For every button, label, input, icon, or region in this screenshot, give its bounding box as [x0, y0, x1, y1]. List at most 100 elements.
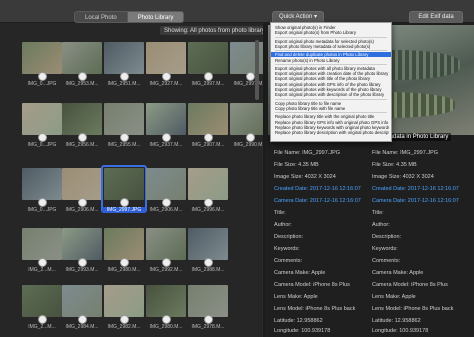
- photo-thumbnail[interactable]: [62, 285, 102, 317]
- sync-status-icon: [120, 258, 129, 267]
- menu-item[interactable]: Export original photos with GPS info of …: [275, 82, 389, 87]
- filter-label: Showing: All photos from photo library: [164, 28, 265, 34]
- menu-item[interactable]: Replace photo library title with the ori…: [275, 114, 389, 119]
- tab-local-photo[interactable]: Local Photo: [74, 11, 128, 23]
- photo-thumbnail[interactable]: [188, 42, 228, 74]
- photo-thumbnail[interactable]: [62, 103, 102, 135]
- menu-item[interactable]: Replace photo library description with o…: [275, 130, 389, 135]
- thumbnail-label: IMG_2907.M...: [191, 142, 225, 148]
- grid-scrollbar[interactable]: [255, 40, 259, 100]
- menu-item[interactable]: Export original photos with keywords of …: [275, 87, 389, 92]
- photo-thumbnail[interactable]: [22, 228, 62, 260]
- menu-separator: [275, 98, 387, 100]
- menu-item[interactable]: Export original photo metadata for selec…: [275, 39, 389, 44]
- title-bar: [0, 0, 474, 23]
- photo-thumbnail[interactable]: [188, 103, 228, 135]
- sync-status-icon: [38, 315, 47, 324]
- menu-item[interactable]: Copy photo library title to file name: [275, 101, 389, 106]
- meta-keywords: Keywords:: [372, 246, 398, 252]
- filter-dropdown[interactable]: Showing: All photos from photo library ▾: [160, 26, 274, 35]
- meta-lens-make: Lens Make: Apple: [274, 294, 318, 300]
- menu-item[interactable]: Rename photo(s) in Photo Library: [275, 58, 389, 63]
- photo-thumbnail[interactable]: [146, 168, 186, 200]
- sync-status-icon: [204, 198, 213, 207]
- menu-item[interactable]: Replace photo library GPS info with orig…: [275, 120, 389, 125]
- photo-thumbnail[interactable]: [62, 168, 102, 200]
- sync-status-icon: [162, 198, 171, 207]
- photo-thumbnail[interactable]: [62, 228, 102, 260]
- meta-author: Author:: [372, 222, 390, 228]
- photo-thumbnail[interactable]: [146, 285, 186, 317]
- meta-created-date: Created Date: 2017-12-16 12:16:07: [372, 186, 459, 192]
- sync-status-icon: [120, 315, 129, 324]
- sync-status-icon: [162, 258, 171, 267]
- tab-photo-library[interactable]: Photo Library: [127, 11, 185, 23]
- meta-description: Description:: [274, 234, 304, 240]
- photo-thumbnail[interactable]: [104, 168, 144, 200]
- photo-thumbnail[interactable]: [22, 285, 62, 317]
- menu-item[interactable]: Export original photos with all photo li…: [275, 66, 389, 71]
- sync-status-icon: [38, 72, 47, 81]
- sync-status-icon: [120, 133, 129, 142]
- thumbnail-label: IMG_2906.M...: [149, 207, 183, 213]
- menu-separator: [275, 63, 387, 65]
- menu-item[interactable]: Export original photos with creation dat…: [275, 71, 389, 76]
- photo-thumbnail[interactable]: [146, 228, 186, 260]
- thumbnail-label: IMG_2956.M...: [65, 142, 99, 148]
- thumbnail-label: IMG_2993.M...: [65, 267, 99, 273]
- photo-thumbnail[interactable]: [146, 42, 186, 74]
- menu-item[interactable]: Export original photos with description …: [275, 92, 389, 97]
- sync-status-icon: [38, 133, 47, 142]
- sync-status-icon: [204, 72, 213, 81]
- sync-status-icon: [78, 72, 87, 81]
- thumbnail-label: IMG_2997.M...: [191, 81, 225, 87]
- photo-thumbnail[interactable]: [104, 103, 144, 135]
- meta-image-size: Image Size: 4032 X 3024: [372, 174, 434, 180]
- photo-thumbnail[interactable]: [104, 228, 144, 260]
- sync-status-icon: [38, 198, 47, 207]
- thumbnail-label: IMG_2937.M...: [149, 142, 183, 148]
- menu-separator: [275, 112, 387, 114]
- photo-thumbnail[interactable]: [104, 42, 144, 74]
- meta-camera-model: Camera Model: iPhone 8s Plus: [372, 282, 448, 288]
- photo-thumbnail[interactable]: [104, 285, 144, 317]
- menu-item[interactable]: Replace photo library keywords with orig…: [275, 125, 389, 130]
- sync-status-icon: [120, 72, 129, 81]
- photo-thumbnail[interactable]: [188, 168, 228, 200]
- thumbnail-label: IMG_2997.JPG: [102, 207, 146, 213]
- sync-status-icon: [78, 315, 87, 324]
- menu-item[interactable]: Export photo library metadata of selecte…: [275, 44, 389, 49]
- thumbnail-label: IMG_2988.M...: [191, 267, 225, 273]
- thumbnail-label: IMG_0...JPG: [27, 81, 57, 87]
- sync-status-icon: [204, 133, 213, 142]
- thumbnail-label: IMG_2984.M...: [65, 324, 99, 330]
- photo-thumbnail[interactable]: [22, 168, 62, 200]
- thumbnail-label: IMG_2980.M...: [149, 324, 183, 330]
- photo-thumbnail[interactable]: [188, 285, 228, 317]
- thumbnail-label: IMG_2953.M...: [65, 81, 99, 87]
- photo-thumbnail[interactable]: [22, 103, 62, 135]
- menu-item[interactable]: Find and delete duplicate photos in Phot…: [271, 52, 391, 58]
- photo-thumbnail[interactable]: [188, 228, 228, 260]
- sync-status-icon: [78, 258, 87, 267]
- photo-thumbnail[interactable]: [62, 42, 102, 74]
- meta-lens-model: Lens Model: iPhone 8s Plus back: [372, 306, 454, 312]
- meta-keywords: Keywords:: [274, 246, 300, 252]
- sync-status-icon: [78, 133, 87, 142]
- meta-camera-model: Camera Model: iPhone 8s Plus: [274, 282, 350, 288]
- photo-thumbnail[interactable]: [146, 103, 186, 135]
- meta-title: Title:: [372, 210, 384, 216]
- meta-latitude: Latitude: 12.958862: [274, 318, 323, 324]
- thumbnail-label: IMG_0...JPG: [27, 207, 57, 213]
- thumbnail-label: IMG_2980.M...: [107, 267, 141, 273]
- menu-item[interactable]: Export original photo(s) from Photo Libr…: [275, 30, 389, 35]
- sync-status-icon: [162, 315, 171, 324]
- photo-thumbnail[interactable]: [22, 42, 62, 74]
- meta-lens-make: Lens Make: Apple: [372, 294, 416, 300]
- thumbnail-label: IMG_2982.M...: [107, 324, 141, 330]
- menu-item[interactable]: Copy photo library title with file name: [275, 106, 389, 111]
- menu-item[interactable]: Export original photos with title of the…: [275, 76, 389, 81]
- source-tabs: Local Photo Photo Library: [74, 11, 185, 23]
- thumbnail-label: IMG_2951.M...: [107, 81, 141, 87]
- menu-item[interactable]: Show original photo(s) in Finder: [275, 25, 389, 30]
